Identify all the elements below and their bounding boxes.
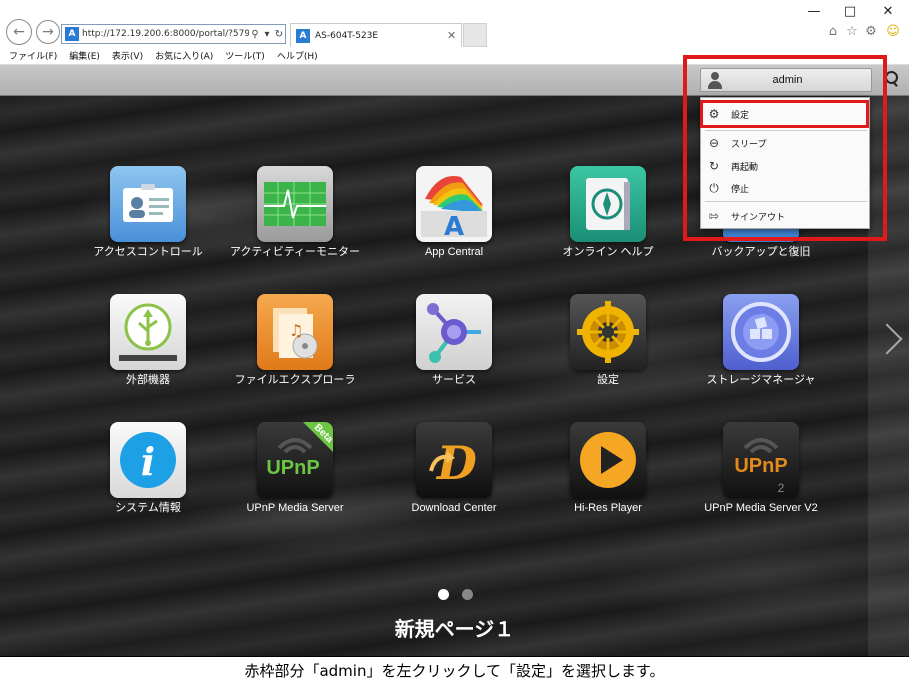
address-bar[interactable]: A http://172.19.200.6:8000/portal/?579 ⚲… (61, 24, 286, 44)
forward-button[interactable]: → (36, 20, 60, 44)
menu-help[interactable]: ヘルプ(H) (277, 49, 318, 62)
app-app-central[interactable]: A App Central (384, 166, 524, 286)
page-indicator-1[interactable] (438, 589, 449, 600)
back-button[interactable]: ← (6, 19, 32, 45)
address-url[interactable]: http://172.19.200.6:8000/portal/?579 (82, 29, 249, 39)
system-info-icon: i (110, 422, 186, 498)
menu-file[interactable]: ファイル(F) (9, 49, 57, 62)
app-label: Hi-Res Player (574, 502, 642, 514)
app-upnp-media-server-v2[interactable]: UPnP 2 UPnP Media Server V2 (691, 422, 831, 542)
tab-favicon-icon: A (296, 28, 310, 43)
tab-title: AS-604T-523E (315, 30, 379, 41)
app-storage-manager[interactable]: ストレージマネージャ (691, 294, 831, 414)
app-label: バックアップと復旧 (711, 246, 811, 258)
tab-close-icon[interactable]: ✕ (447, 29, 461, 42)
svg-text:UPnP: UPnP (266, 457, 319, 479)
app-external-devices[interactable]: 外部機器 (78, 294, 218, 414)
app-label: アクティビティーモニター (229, 246, 361, 258)
app-activity-monitor[interactable]: アクティビティーモニター (225, 166, 365, 286)
online-help-icon (570, 166, 646, 242)
home-icon[interactable]: ⌂ (824, 24, 842, 39)
site-favicon-icon: A (65, 27, 79, 41)
search-icon[interactable]: ⚲ (249, 29, 261, 40)
menu-edit[interactable]: 編集(E) (69, 49, 100, 62)
app-online-help[interactable]: オンライン ヘルプ (538, 166, 678, 286)
app-label: ストレージマネージャ (706, 374, 816, 386)
app-label: App Central (424, 246, 484, 258)
app-label: サービス (432, 374, 476, 386)
minimize-icon[interactable]: — (804, 4, 824, 19)
app-access-control[interactable]: アクセスコントロール (78, 166, 218, 286)
app-label: オンライン ヘルプ (562, 246, 654, 258)
app-label: システム情報 (115, 502, 181, 514)
upnp-media-server-icon: UPnP Beta (257, 422, 333, 498)
page-indicator-2[interactable] (462, 589, 473, 600)
hires-player-icon (570, 422, 646, 498)
browser-titlebar: ← → A http://172.19.200.6:8000/portal/?5… (0, 0, 909, 47)
activity-monitor-icon (257, 166, 333, 242)
annotation-settings-frame (700, 100, 869, 128)
svg-text:♫: ♫ (289, 321, 303, 340)
svg-text:2: 2 (778, 481, 785, 495)
back-arrow-icon: ← (13, 24, 25, 40)
forward-arrow-icon: → (42, 24, 54, 40)
instruction-caption: 赤枠部分「admin」を左クリックして「設定」を選択します。 (244, 662, 665, 680)
storage-manager-icon (723, 294, 799, 370)
next-page-arrow-icon[interactable] (876, 322, 898, 358)
page-title: 新規ページ１ (394, 617, 515, 641)
app-label: 設定 (597, 374, 619, 386)
svg-text:D: D (435, 436, 477, 490)
app-services[interactable]: サービス (384, 294, 524, 414)
app-hires-player[interactable]: Hi-Res Player (538, 422, 678, 542)
external-devices-icon (110, 294, 186, 370)
app-label: UPnP Media Server (246, 502, 344, 514)
settings-icon (570, 294, 646, 370)
app-file-explorer[interactable]: ♫ ファイルエクスプローラ (225, 294, 365, 414)
services-icon (416, 294, 492, 370)
menu-view[interactable]: 表示(V) (112, 49, 143, 62)
annotation-outer-frame (683, 55, 887, 241)
new-tab-button[interactable] (463, 23, 487, 47)
download-center-icon: D (416, 422, 492, 498)
app-label: UPnP Media Server V2 (704, 502, 818, 514)
app-system-info[interactable]: i システム情報 (78, 422, 218, 542)
app-label: Download Center (411, 502, 497, 514)
refresh-icon[interactable]: ↻ (273, 29, 285, 40)
dropdown-icon[interactable]: ▾ (261, 29, 273, 40)
menu-tools[interactable]: ツール(T) (225, 49, 265, 62)
file-explorer-icon: ♫ (257, 294, 333, 370)
svg-text:A: A (444, 212, 464, 239)
window-close-icon[interactable]: ✕ (878, 4, 898, 19)
screenshot-border (0, 656, 909, 657)
menu-favorites[interactable]: お気に入り(A) (155, 49, 213, 62)
feedback-smiley-icon[interactable]: ☺ (884, 24, 902, 39)
tools-gear-icon[interactable]: ⚙ (862, 24, 880, 39)
browser-tab[interactable]: A AS-604T-523E ✕ (290, 23, 462, 47)
app-settings[interactable]: 設定 (538, 294, 678, 414)
access-control-icon (110, 166, 186, 242)
app-label: アクセスコントロール (93, 246, 203, 258)
app-download-center[interactable]: D Download Center (384, 422, 524, 542)
svg-text:i: i (141, 439, 155, 484)
app-label: 外部機器 (126, 374, 170, 386)
app-upnp-media-server[interactable]: UPnP Beta UPnP Media Server (225, 422, 365, 542)
upnp-media-server-v2-icon: UPnP 2 (723, 422, 799, 498)
maximize-icon[interactable]: □ (840, 4, 860, 19)
app-central-icon: A (416, 166, 492, 242)
favorites-star-icon[interactable]: ☆ (843, 24, 861, 39)
svg-text:UPnP: UPnP (734, 455, 787, 477)
app-label: ファイルエクスプローラ (234, 374, 356, 386)
